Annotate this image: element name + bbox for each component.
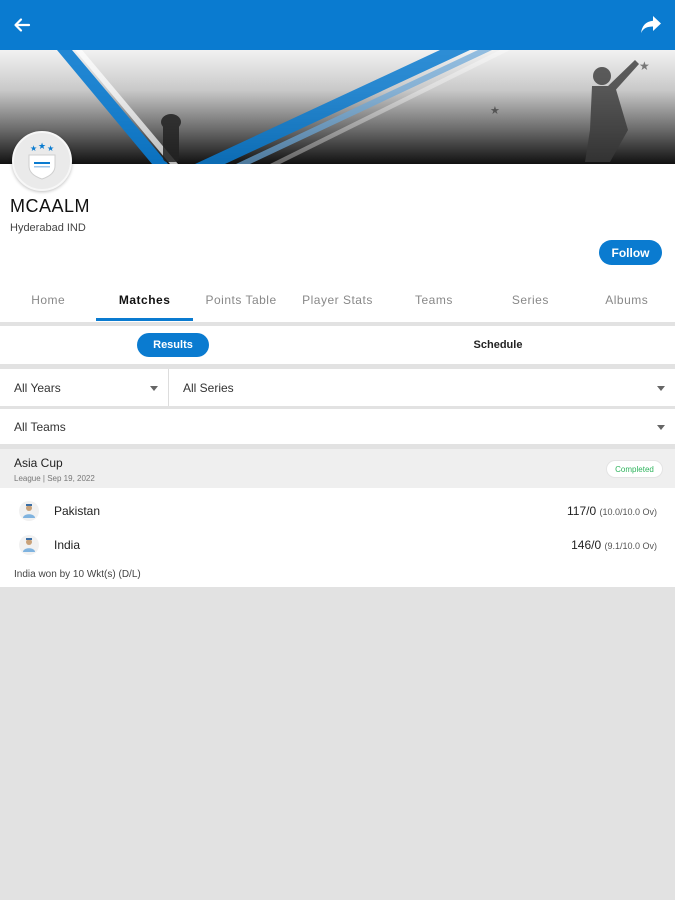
app-bar: [0, 0, 675, 50]
share-icon: [641, 16, 661, 33]
share-button[interactable]: [639, 13, 663, 37]
results-schedule-toggle: Results Schedule: [0, 326, 675, 364]
tab-points-table[interactable]: Points Table: [193, 281, 289, 321]
svg-text:★: ★: [38, 142, 46, 152]
tab-albums[interactable]: Albums: [579, 281, 675, 321]
series-name: Asia Cup: [14, 456, 63, 470]
svg-text:★: ★: [30, 144, 37, 153]
score-value: 146/0: [571, 538, 602, 552]
teams-dropdown[interactable]: All Teams: [0, 409, 675, 444]
years-dropdown-label: All Years: [14, 380, 61, 395]
chevron-down-icon: [150, 385, 158, 391]
back-button[interactable]: [10, 13, 34, 37]
match-card[interactable]: Asia Cup League | Sep 19, 2022 Completed…: [0, 449, 675, 587]
status-badge: Completed: [607, 461, 662, 477]
filter-row-teams: All Teams: [0, 409, 675, 444]
match-header: Asia Cup League | Sep 19, 2022 Completed: [0, 449, 675, 488]
tab-matches[interactable]: Matches: [96, 281, 194, 321]
svg-text:★: ★: [639, 59, 650, 73]
team-name-label: India: [54, 538, 81, 552]
tab-bar: Home Matches Points Table Player Stats T…: [0, 281, 675, 321]
tab-home[interactable]: Home: [0, 281, 96, 321]
team-avatar-icon: [19, 501, 39, 521]
tab-player-stats[interactable]: Player Stats: [289, 281, 385, 321]
overs-value: (9.1/10.0 Ov): [604, 541, 657, 551]
player-icon: [23, 504, 35, 518]
teams-dropdown-label: All Teams: [14, 419, 66, 434]
filter-row-years-series: All Years All Series: [0, 369, 675, 406]
team-row: India 146/0 (9.1/10.0 Ov): [0, 533, 675, 557]
team-name-label: Pakistan: [54, 504, 101, 518]
tab-teams[interactable]: Teams: [386, 281, 482, 321]
series-dropdown-label: All Series: [183, 380, 234, 395]
player-icon: [23, 538, 35, 552]
years-dropdown[interactable]: All Years: [0, 369, 168, 406]
schedule-button[interactable]: Schedule: [460, 333, 536, 357]
score-value: 117/0: [566, 504, 597, 518]
svg-text:★: ★: [47, 144, 54, 153]
svg-text:★: ★: [490, 104, 500, 117]
chevron-down-icon: [657, 385, 665, 391]
match-meta: League | Sep 19, 2022: [14, 474, 95, 483]
team-row: Pakistan 117/0 (10.0/10.0 Ov): [0, 499, 675, 523]
results-button[interactable]: Results: [137, 333, 209, 357]
chevron-down-icon: [657, 424, 665, 430]
team-score: 117/0 (10.0/10.0 Ov): [567, 504, 657, 518]
series-dropdown[interactable]: All Series: [169, 369, 675, 406]
team-avatar-icon: [19, 535, 39, 555]
match-result: India won by 10 Wkt(s) (D/L): [14, 569, 141, 580]
tab-series[interactable]: Series: [482, 281, 578, 321]
cover-banner: ★ ★: [0, 50, 675, 164]
cricket-banner-graphic: ★ ★: [57, 50, 650, 164]
shield-logo-icon: ★ ★ ★: [28, 142, 56, 180]
arrow-left-icon: [14, 18, 31, 32]
team-logo: ★ ★ ★: [12, 131, 72, 191]
overs-value: (10.0/10.0 Ov): [599, 507, 657, 517]
follow-button[interactable]: Follow: [599, 240, 662, 265]
team-location: Hyderabad IND: [10, 222, 86, 234]
team-name: MCAALM: [10, 196, 91, 216]
team-score: 146/0 (9.1/10.0 Ov): [571, 538, 657, 552]
